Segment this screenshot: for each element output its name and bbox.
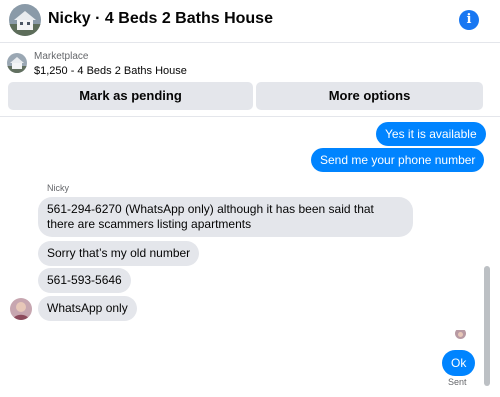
info-icon[interactable]: i [459, 10, 479, 30]
seen-receipt-avatar [455, 328, 466, 339]
outgoing-message[interactable]: Yes it is available [376, 122, 486, 146]
house-photo-icon[interactable] [7, 53, 27, 73]
listing-price-title[interactable]: $1,250 - 4 Beds 2 Baths House [34, 65, 187, 77]
outgoing-message[interactable]: Ok [442, 350, 476, 376]
listing-source-label: Marketplace [34, 51, 89, 62]
mark-as-pending-button[interactable]: Mark as pending [8, 82, 253, 110]
outgoing-message[interactable]: Send me your phone number [311, 148, 485, 172]
delivery-status: Sent [448, 377, 467, 387]
avatar[interactable] [10, 298, 32, 320]
incoming-message[interactable]: 561-593-5646 [38, 268, 131, 293]
sender-name: Nicky [47, 183, 69, 193]
more-options-button[interactable]: More options [256, 82, 483, 110]
conversation-header: Nicky · 4 Beds 2 Baths House i [0, 0, 500, 43]
marketplace-listing-bar: Marketplace $1,250 - 4 Beds 2 Baths Hous… [0, 44, 500, 117]
incoming-message[interactable]: 561-294-6270 (WhatsApp only) although it… [38, 197, 413, 237]
incoming-message[interactable]: WhatsApp only [38, 296, 137, 321]
conversation-title[interactable]: Nicky · 4 Beds 2 Baths House [48, 10, 273, 28]
thread-scrollbar[interactable] [484, 266, 490, 386]
incoming-message[interactable]: Sorry that’s my old number [38, 241, 200, 266]
house-photo-icon[interactable] [9, 4, 41, 36]
